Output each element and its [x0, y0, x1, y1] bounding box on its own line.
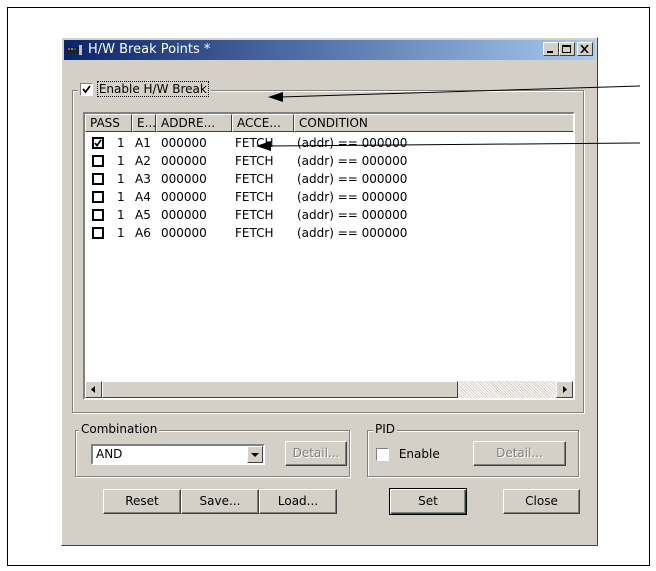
- annotation-arrows: [256, 85, 641, 151]
- arrowhead-icon: [268, 92, 283, 102]
- arrowhead-icon: [256, 141, 271, 151]
- annotation-arrow-address: [267, 142, 641, 147]
- annotation-arrow-enable: [279, 85, 641, 98]
